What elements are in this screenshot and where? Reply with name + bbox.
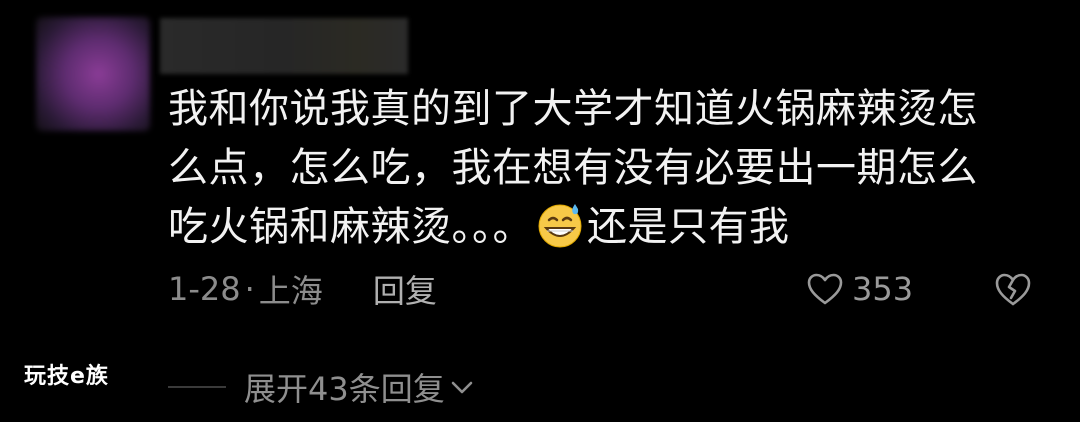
comment-line-3-end: 还是只有我 — [587, 204, 790, 250]
expand-replies-button[interactable]: 展开43条回复 — [244, 364, 475, 410]
like-count: 353 — [852, 270, 914, 308]
reply-button[interactable]: 回复 — [373, 266, 437, 312]
avatar[interactable] — [36, 17, 150, 131]
chevron-down-icon — [451, 381, 473, 394]
divider-line — [168, 386, 226, 388]
expand-replies-label: 展开43条回复 — [244, 370, 445, 408]
comment-body: 我和你说我真的到了大学才知道火锅麻辣烫怎 么点，怎么吃，我在想有没有必要出一期怎… — [168, 80, 1038, 257]
meta-separator: · — [244, 270, 255, 308]
comment-location: 上海 — [258, 272, 323, 310]
heart-outline-icon — [807, 273, 843, 305]
comment-line-1: 我和你说我真的到了大学才知道火锅麻辣烫怎 — [168, 86, 978, 132]
like-button[interactable]: 353 — [806, 266, 913, 312]
watermark-logo: 玩技e族 — [24, 364, 109, 389]
comment-line-2: 么点，怎么吃，我在想有没有必要出一期怎么 — [168, 145, 978, 191]
comment-meta: 1-28 · 上海 回复 — [168, 266, 437, 312]
username-blurred[interactable] — [160, 18, 408, 74]
grinning-sweat-emoji-icon — [538, 204, 582, 248]
comment-line-3-start: 吃火锅和麻辣烫。。。 — [168, 204, 533, 250]
broken-heart-icon[interactable] — [994, 270, 1032, 308]
comment-date: 1-28 — [168, 270, 241, 308]
